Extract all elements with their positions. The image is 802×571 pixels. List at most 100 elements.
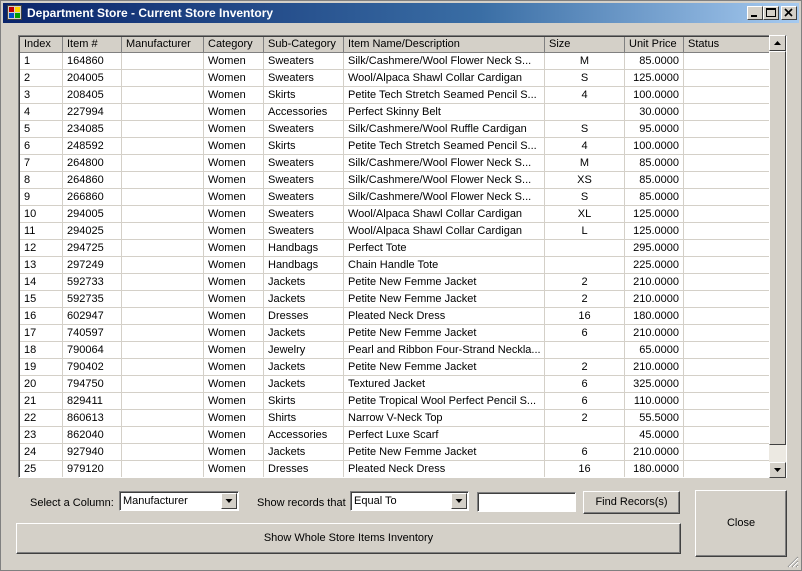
cell-size[interactable]: 4 [545, 87, 625, 104]
cell-manufacturer[interactable] [122, 359, 204, 376]
cell-size[interactable]: S [545, 70, 625, 87]
cell-index[interactable]: 14 [20, 274, 63, 291]
cell-index[interactable]: 10 [20, 206, 63, 223]
table-row[interactable]: 23 862040 Women Accessories Perfect Luxe Sca… [20, 427, 770, 444]
table-row[interactable]: 11 294025 Women Sweaters Wool/Alpaca Shawl C… [20, 223, 770, 240]
cell-item-number[interactable]: 297249 [63, 257, 122, 274]
cell-size[interactable]: 2 [545, 291, 625, 308]
cell-category[interactable]: Women [204, 376, 264, 393]
cell-item-number[interactable]: 790402 [63, 359, 122, 376]
cell-category[interactable]: Women [204, 342, 264, 359]
cell-unit-price[interactable]: 125.0000 [625, 70, 684, 87]
cell-unit-price[interactable]: 225.0000 [625, 257, 684, 274]
cell-index[interactable]: 8 [20, 172, 63, 189]
cell-item-number[interactable]: 790064 [63, 342, 122, 359]
cell-unit-price[interactable]: 210.0000 [625, 359, 684, 376]
cell-item-number[interactable]: 740597 [63, 325, 122, 342]
cell-status[interactable] [684, 325, 770, 342]
cell-sub-category[interactable]: Dresses [264, 308, 344, 325]
cell-status[interactable] [684, 172, 770, 189]
cell-item-name[interactable]: Pleated Neck Dress [344, 461, 545, 477]
column-header-unit-price[interactable]: Unit Price [625, 37, 684, 53]
cell-item-name[interactable]: Perfect Skinny Belt [344, 104, 545, 121]
cell-size[interactable]: 2 [545, 359, 625, 376]
cell-item-number[interactable]: 234085 [63, 121, 122, 138]
cell-item-number[interactable]: 927940 [63, 444, 122, 461]
table-row[interactable]: 12 294725 Women Handbags Perfect Tote 295.000… [20, 240, 770, 257]
cell-category[interactable]: Women [204, 308, 264, 325]
cell-status[interactable] [684, 104, 770, 121]
cell-manufacturer[interactable] [122, 376, 204, 393]
cell-category[interactable]: Women [204, 427, 264, 444]
cell-manufacturer[interactable] [122, 189, 204, 206]
cell-manufacturer[interactable] [122, 308, 204, 325]
cell-unit-price[interactable]: 85.0000 [625, 189, 684, 206]
cell-manufacturer[interactable] [122, 342, 204, 359]
cell-unit-price[interactable]: 85.0000 [625, 53, 684, 70]
close-window-button[interactable] [781, 6, 797, 20]
cell-category[interactable]: Women [204, 53, 264, 70]
table-row[interactable]: 19 790402 Women Jackets Petite New Femme Jac… [20, 359, 770, 376]
cell-sub-category[interactable]: Handbags [264, 257, 344, 274]
cell-index[interactable]: 21 [20, 393, 63, 410]
cell-index[interactable]: 20 [20, 376, 63, 393]
cell-size[interactable]: L [545, 223, 625, 240]
cell-status[interactable] [684, 393, 770, 410]
inventory-grid[interactable]: Index Item # Manufacturer Category Sub-Categ… [18, 35, 787, 478]
cell-size[interactable]: S [545, 121, 625, 138]
column-select[interactable]: Manufacturer [119, 491, 239, 511]
cell-size[interactable]: 6 [545, 444, 625, 461]
cell-category[interactable]: Women [204, 155, 264, 172]
cell-index[interactable]: 1 [20, 53, 63, 70]
column-dropdown-button[interactable] [221, 493, 237, 509]
cell-size[interactable] [545, 342, 625, 359]
cell-sub-category[interactable]: Sweaters [264, 172, 344, 189]
cell-sub-category[interactable]: Skirts [264, 138, 344, 155]
cell-sub-category[interactable]: Jewelry [264, 342, 344, 359]
cell-unit-price[interactable]: 125.0000 [625, 223, 684, 240]
cell-index[interactable]: 18 [20, 342, 63, 359]
find-records-button[interactable]: Find Recors(s) [583, 491, 680, 514]
cell-size[interactable]: M [545, 53, 625, 70]
cell-size[interactable] [545, 427, 625, 444]
column-header-item-name[interactable]: Item Name/Description [344, 37, 545, 53]
cell-status[interactable] [684, 257, 770, 274]
table-row[interactable]: 2 204005 Women Sweaters Wool/Alpaca Shawl Co… [20, 70, 770, 87]
cell-index[interactable]: 12 [20, 240, 63, 257]
cell-manufacturer[interactable] [122, 206, 204, 223]
cell-size[interactable]: 2 [545, 410, 625, 427]
cell-unit-price[interactable]: 210.0000 [625, 291, 684, 308]
table-row[interactable]: 14 592733 Women Jackets Petite New Femme Jac… [20, 274, 770, 291]
scroll-down-button[interactable] [769, 462, 786, 478]
cell-index[interactable]: 22 [20, 410, 63, 427]
cell-item-name[interactable]: Petite Tech Stretch Seamed Pencil S... [344, 138, 545, 155]
cell-unit-price[interactable]: 110.0000 [625, 393, 684, 410]
table-row[interactable]: 1 164860 Women Sweaters Silk/Cashmere/Wool F… [20, 53, 770, 70]
cell-category[interactable]: Women [204, 291, 264, 308]
table-row[interactable]: 5 234085 Women Sweaters Silk/Cashmere/Wool R… [20, 121, 770, 138]
cell-status[interactable] [684, 410, 770, 427]
cell-size[interactable]: XS [545, 172, 625, 189]
cell-item-name[interactable]: Wool/Alpaca Shawl Collar Cardigan [344, 223, 545, 240]
cell-category[interactable]: Women [204, 393, 264, 410]
cell-index[interactable]: 15 [20, 291, 63, 308]
cell-item-number[interactable]: 862040 [63, 427, 122, 444]
cell-status[interactable] [684, 155, 770, 172]
cell-item-name[interactable]: Perfect Luxe Scarf [344, 427, 545, 444]
close-button[interactable]: Close [695, 490, 787, 557]
cell-unit-price[interactable]: 210.0000 [625, 325, 684, 342]
cell-item-number[interactable]: 266860 [63, 189, 122, 206]
cell-unit-price[interactable]: 45.0000 [625, 427, 684, 444]
cell-manufacturer[interactable] [122, 444, 204, 461]
cell-item-name[interactable]: Silk/Cashmere/Wool Ruffle Cardigan [344, 121, 545, 138]
cell-status[interactable] [684, 274, 770, 291]
cell-manufacturer[interactable] [122, 291, 204, 308]
cell-size[interactable] [545, 257, 625, 274]
title-bar[interactable]: Department Store - Current Store Invento… [3, 3, 799, 23]
cell-index[interactable]: 17 [20, 325, 63, 342]
cell-item-name[interactable]: Pleated Neck Dress [344, 308, 545, 325]
table-row[interactable]: 18 790064 Women Jewelry Pearl and Ribbon Fou… [20, 342, 770, 359]
cell-index[interactable]: 25 [20, 461, 63, 477]
cell-item-name[interactable]: Wool/Alpaca Shawl Collar Cardigan [344, 70, 545, 87]
table-row[interactable]: 7 264800 Women Sweaters Silk/Cashmere/Wool F… [20, 155, 770, 172]
